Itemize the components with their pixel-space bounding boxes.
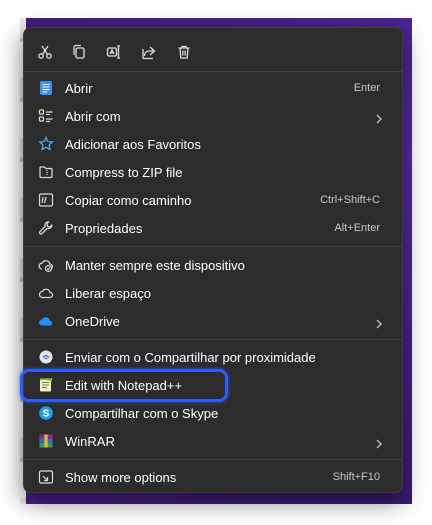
star-icon [38,136,54,152]
quick-actions-toolbar [24,36,402,66]
more-options-icon [38,469,54,485]
menu-item-winrar[interactable]: WinRAR [28,427,400,455]
cut-icon [38,45,52,59]
menu-item-show-more-options[interactable]: Show more options Shift+F10 [28,463,400,491]
menu-item-compress-zip[interactable]: Compress to ZIP file [28,158,400,186]
menu-item-copy-path[interactable]: Copiar como caminho Ctrl+Shift+C [28,186,400,214]
menu-item-favorites[interactable]: Adicionar aos Favoritos [28,130,400,158]
focus-highlight-outline [20,369,228,402]
menu-item-label: OneDrive [65,313,120,329]
onedrive-icon [38,313,54,329]
menu-item-nearby-share[interactable]: Enviar com o Compartilhar por proximidad… [28,343,400,371]
separator [24,246,402,247]
shortcut-text: Enter [353,82,380,94]
shortcut-text: Ctrl+Shift+C [320,194,380,206]
menu-item-label: Adicionar aos Favoritos [65,136,201,152]
copy-path-icon [38,192,54,208]
share-icon [142,46,156,60]
delete-icon [178,45,190,59]
open-app-icon [38,80,54,96]
menu-item-properties[interactable]: Propriedades Alt+Enter [28,214,400,242]
cloud-sync-icon [38,257,54,273]
context-menu: Abrir Enter Abrir com Adicionar aos Favo… [23,27,403,493]
chevron-right-icon [374,111,384,124]
separator [24,339,402,340]
rename-icon [106,45,120,59]
menu-item-label: Compartilhar com o Skype [65,405,219,421]
copy-button[interactable] [67,40,91,64]
separator [24,71,402,72]
menu-item-label: Abrir com [65,108,121,124]
menu-item-open[interactable]: Abrir Enter [28,74,400,102]
menu-item-label: Copiar como caminho [65,192,192,208]
cloud-icon [38,285,54,301]
cut-button[interactable] [33,40,57,64]
zip-folder-icon [38,164,54,180]
nearby-share-icon [38,349,54,365]
menu-item-label: Abrir [65,80,93,96]
menu-item-onedrive[interactable]: OneDrive [28,307,400,335]
shortcut-text: Alt+Enter [334,222,380,234]
menu-item-label: WinRAR [65,433,115,449]
share-button[interactable] [137,40,161,64]
open-with-icon [38,108,54,124]
menu-item-label: Manter sempre este dispositivo [65,257,245,273]
svg-text:S: S [43,409,50,420]
wrench-icon [38,220,54,236]
rename-button[interactable] [102,40,126,64]
menu-item-label: Show more options [65,469,177,485]
menu-item-label: Enviar com o Compartilhar por proximidad… [65,349,316,365]
skype-icon: S [38,405,54,421]
menu-item-keep-on-device[interactable]: Manter sempre este dispositivo [28,251,400,279]
menu-item-open-with[interactable]: Abrir com [28,102,400,130]
copy-icon [73,44,85,59]
menu-item-free-space[interactable]: Liberar espaço [28,279,400,307]
menu-item-label: Propriedades [65,220,143,236]
delete-button[interactable] [172,40,196,64]
menu-item-share-skype[interactable]: S Compartilhar com o Skype [28,399,400,427]
winrar-icon [38,433,54,449]
chevron-right-icon [374,436,384,449]
separator [24,459,402,460]
menu-item-label: Compress to ZIP file [65,164,183,180]
shortcut-text: Shift+F10 [332,471,380,483]
chevron-right-icon [374,316,384,329]
menu-item-label: Liberar espaço [65,285,151,301]
